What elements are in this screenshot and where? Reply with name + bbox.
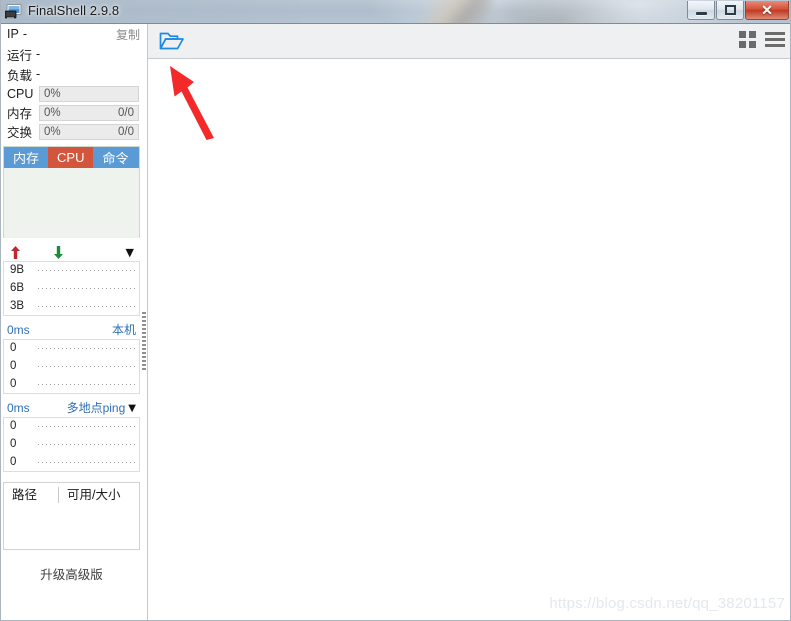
ip-value: - [22, 27, 27, 41]
view-mode-controls [739, 31, 785, 48]
cpu-meter-bar: 0% [39, 85, 139, 102]
sidebar-scrollbar-thumb[interactable] [142, 312, 146, 372]
close-icon: ✕ [761, 2, 773, 18]
finalshell-window: FinalShell 2.9.8 ✕ IP - 复制 运行 - 负载 - CPU… [0, 0, 791, 621]
local-ping-gridline [38, 348, 135, 349]
process-tab-bar: 内存 CPU 命令 [4, 147, 139, 168]
multi-ping-value: 0ms [7, 401, 30, 415]
local-ping-title[interactable]: 本机 [112, 322, 136, 339]
multi-ping-dropdown-icon[interactable]: ▼ [128, 400, 136, 417]
multi-ping-block: 0ms 多地点ping ▼ 0 0 0 [3, 400, 140, 472]
server-info-sidebar: IP - 复制 运行 - 负载 - CPU 0% 内存 0% 0/0 交换 0%… [0, 24, 148, 621]
memory-meter-label: 内存 [7, 107, 33, 121]
cpu-meter-percent: 0% [44, 87, 61, 100]
multi-ping-header: 0ms 多地点ping ▼ [3, 400, 140, 417]
swap-meter-percent: 0% [44, 125, 61, 138]
multi-ping-ytick-1: 0 [10, 438, 17, 450]
main-pane [148, 24, 791, 621]
multi-ping-ytick-0: 0 [10, 420, 17, 432]
memory-meter-bar: 0% 0/0 [39, 104, 139, 121]
meter-row-memory: 内存 0% 0/0 [0, 103, 143, 122]
network-ytick-2: 3B [10, 300, 25, 312]
ip-label: IP [7, 27, 19, 41]
copy-ip-button[interactable]: 复制 [116, 26, 140, 43]
file-browser-area [148, 59, 791, 621]
arrow-down-icon [53, 246, 64, 262]
swap-meter-bar: 0% 0/0 [39, 123, 139, 140]
title-bar: FinalShell 2.9.8 ✕ [0, 0, 791, 24]
multi-ping-gridline [38, 462, 135, 463]
list-view-icon[interactable] [765, 32, 785, 47]
local-ping-gridline [38, 366, 135, 367]
info-row-ip: IP - 复制 [0, 24, 143, 44]
upgrade-link[interactable]: 升级高级版 [0, 564, 143, 583]
local-ping-ytick-1: 0 [10, 360, 17, 372]
multi-ping-canvas: 0 0 0 [3, 417, 140, 472]
network-ytick-1: 6B [10, 282, 25, 294]
uptime-label: 运行 [7, 48, 33, 63]
info-row-load: 负载 - [0, 64, 143, 84]
multi-ping-gridline [38, 426, 135, 427]
local-ping-ytick-0: 0 [10, 342, 17, 354]
sidebar-scrollbar[interactable] [142, 32, 147, 592]
load-value: - [36, 67, 41, 81]
info-row-uptime: 运行 - [0, 44, 143, 64]
multi-ping-ytick-2: 0 [10, 456, 17, 468]
load-label: 负载 [7, 68, 33, 83]
local-ping-ytick-2: 0 [10, 378, 17, 390]
open-folder-icon[interactable] [159, 30, 185, 52]
cpu-meter-label: CPU [7, 86, 34, 101]
maximize-button[interactable] [716, 1, 744, 20]
app-icon [4, 4, 22, 19]
window-controls: ✕ [686, 1, 789, 20]
network-gridline [38, 306, 135, 307]
network-graph-header: ▼ [3, 244, 140, 261]
maximize-icon [724, 5, 736, 15]
tab-command[interactable]: 命令 [93, 147, 138, 168]
tab-cpu[interactable]: CPU [48, 147, 94, 168]
network-graph-block: ▼ 9B 6B 3B [3, 244, 140, 316]
minimize-icon [695, 11, 707, 15]
memory-meter-percent: 0% [44, 106, 61, 119]
meter-row-swap: 交换 0% 0/0 [0, 122, 143, 141]
multi-ping-title[interactable]: 多地点ping ▼ [67, 400, 136, 417]
multi-ping-gridline [38, 444, 135, 445]
window-body: IP - 复制 运行 - 负载 - CPU 0% 内存 0% 0/0 交换 0%… [0, 24, 791, 621]
network-gridline [38, 270, 135, 271]
minimize-button[interactable] [687, 1, 715, 20]
swap-meter-detail: 0/0 [118, 125, 134, 138]
local-ping-header: 0ms 本机 [3, 322, 140, 339]
multi-ping-title-label: 多地点ping [66, 401, 126, 415]
local-ping-canvas: 0 0 0 [3, 339, 140, 394]
process-list [4, 168, 139, 238]
window-title: FinalShell 2.9.8 [28, 3, 120, 18]
network-gridline [38, 288, 135, 289]
process-panel: 内存 CPU 命令 [3, 146, 140, 238]
network-graph-dropdown-icon[interactable]: ▼ [126, 246, 134, 259]
local-ping-block: 0ms 本机 0 0 0 [3, 322, 140, 394]
memory-meter-detail: 0/0 [118, 106, 134, 119]
disk-table-header: 路径 可用/大小 [4, 483, 139, 507]
disk-usage-table: 路径 可用/大小 [3, 482, 140, 550]
tab-memory[interactable]: 内存 [4, 147, 49, 168]
watermark-text: https://blog.csdn.net/qq_38201157 [549, 595, 785, 612]
disk-column-path: 路径 [4, 487, 59, 503]
network-graph-canvas: 9B 6B 3B [3, 261, 140, 316]
close-button[interactable]: ✕ [745, 1, 789, 20]
local-ping-gridline [38, 384, 135, 385]
swap-meter-label: 交换 [7, 126, 33, 140]
meter-row-cpu: CPU 0% [0, 84, 143, 103]
local-ping-value: 0ms [7, 323, 30, 337]
grid-view-icon[interactable] [739, 31, 756, 48]
disk-column-size: 可用/大小 [67, 488, 121, 502]
main-toolbar [148, 24, 791, 59]
uptime-value: - [36, 47, 41, 61]
network-ytick-0: 9B [10, 264, 25, 276]
